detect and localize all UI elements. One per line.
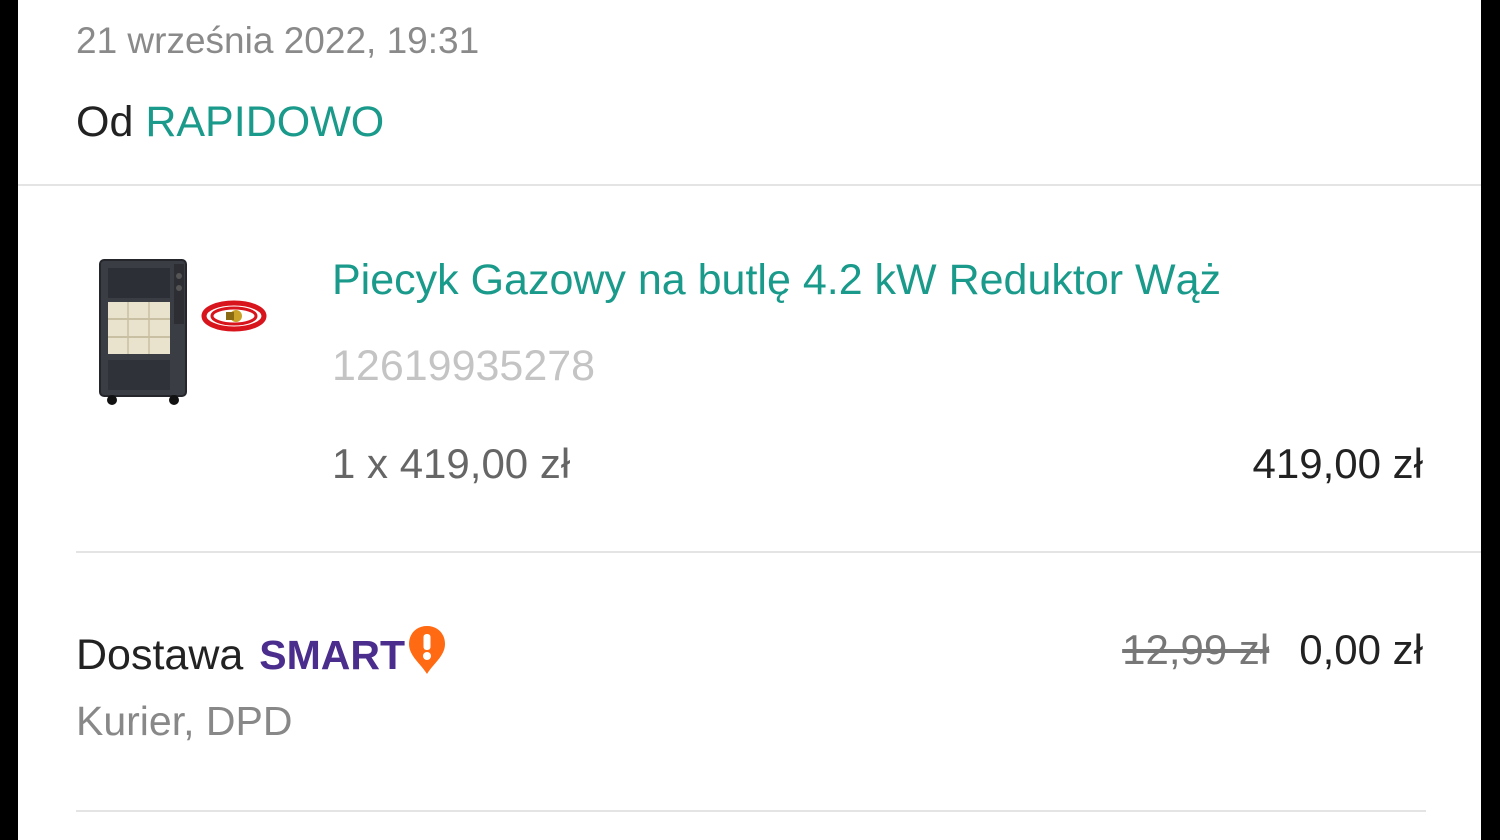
unit-price: 1 x 419,00 zł — [332, 440, 571, 487]
delivery-old-price: 12,99 zł — [1122, 626, 1270, 673]
line-total: 419,00 zł — [1252, 440, 1423, 487]
delivery-prices: 12,99 zł 0,00 zł — [1122, 626, 1423, 674]
seller-line: Od RAPIDOWO — [76, 98, 384, 147]
order-card: 21 września 2022, 19:31 Od RAPIDOWO Piec… — [18, 0, 1481, 840]
divider — [76, 551, 1481, 553]
product-offer-id: 12619935278 — [332, 342, 596, 390]
product-thumbnail[interactable] — [94, 254, 274, 414]
seller-prefix: Od — [76, 98, 134, 146]
order-date: 21 września 2022, 19:31 — [76, 20, 480, 61]
divider — [76, 810, 1426, 812]
seller-link[interactable]: RAPIDOWO — [145, 98, 384, 146]
smart-exclamation-icon — [407, 624, 447, 687]
smart-badge-text: SMART — [259, 632, 406, 678]
delivery-method: Kurier, DPD — [76, 698, 293, 744]
product-title-link[interactable]: Piecyk Gazowy na butlę 4.2 kW Reduktor W… — [332, 256, 1221, 305]
delivery-label: Dostawa — [76, 631, 244, 679]
delivery-line: Dostawa SMART — [76, 624, 447, 687]
divider — [18, 184, 1481, 186]
delivery-price: 0,00 zł — [1299, 626, 1423, 673]
gas-heater-icon — [99, 259, 267, 405]
smart-badge: SMART — [259, 624, 447, 687]
